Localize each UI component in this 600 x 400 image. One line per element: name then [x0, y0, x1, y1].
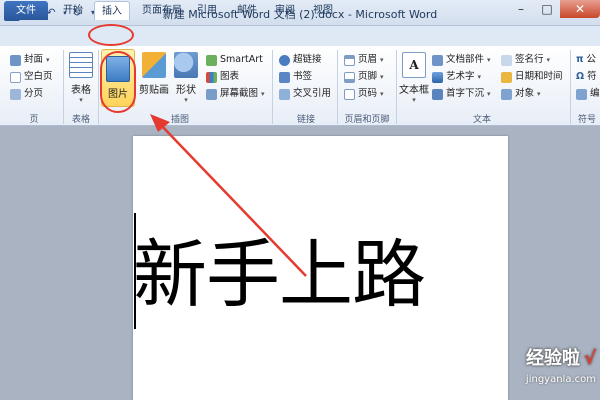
page-number-button[interactable]: 页码 ▾	[344, 86, 384, 102]
shapes-button[interactable]: 形状 ▾	[172, 52, 200, 104]
omega-icon: Ω	[576, 71, 585, 82]
chart-button[interactable]: 图表	[206, 69, 239, 85]
minimize-button[interactable]: –	[508, 0, 534, 18]
document-text[interactable]: 新手上路	[133, 215, 508, 322]
wordart-icon	[432, 71, 443, 83]
cross-reference-icon	[279, 88, 290, 100]
signature-line-icon	[501, 54, 512, 66]
tab-file[interactable]: 文件	[4, 1, 48, 20]
tab-insert[interactable]: 插入	[94, 1, 130, 20]
text-group-label: 文本	[472, 115, 491, 125]
smartart-icon	[206, 54, 217, 66]
symbol-button[interactable]: Ω符	[576, 69, 597, 85]
date-time-icon	[501, 71, 512, 83]
hyperlink-button[interactable]: 超链接	[279, 52, 322, 68]
tab-view[interactable]: 视图	[308, 1, 338, 20]
header-footer-group-label: 页眉和页脚	[344, 115, 390, 125]
checkmark-icon: √	[583, 348, 596, 369]
text-cursor	[134, 213, 136, 329]
object-icon	[501, 88, 512, 100]
page-break-icon	[10, 88, 21, 100]
chart-icon	[206, 71, 217, 83]
hyperlink-icon	[279, 54, 290, 66]
header-icon	[344, 54, 355, 66]
tab-home[interactable]: 开始	[56, 1, 90, 20]
tables-group-label: 表格	[71, 115, 90, 125]
textbox-button[interactable]: A 文本框 ▾	[398, 52, 430, 104]
group-separator	[98, 50, 99, 124]
signature-line-button[interactable]: 签名行 ▾	[501, 52, 550, 68]
clipart-icon	[142, 52, 166, 78]
number-icon	[576, 88, 587, 100]
links-group-label: 链接	[296, 115, 315, 125]
number-button[interactable]: 编	[576, 86, 600, 102]
screenshot-icon	[206, 88, 217, 100]
shapes-icon	[174, 52, 198, 78]
insert-tab-highlight-circle	[88, 24, 134, 46]
pi-icon: π	[576, 54, 584, 65]
bookmark-icon	[279, 71, 290, 83]
page-break-button[interactable]: 分页	[10, 86, 43, 102]
textbox-icon: A	[402, 52, 426, 78]
watermark: 经验啦 √ jingyanla.com	[466, 344, 596, 400]
screenshot-button[interactable]: 屏幕截图 ▾	[206, 86, 265, 102]
blank-page-button[interactable]: 空白页	[10, 69, 53, 85]
tab-review[interactable]: 审阅	[270, 1, 300, 20]
header-button[interactable]: 页眉 ▾	[344, 52, 384, 68]
quick-parts-button[interactable]: 文档部件 ▾	[432, 52, 491, 68]
object-button[interactable]: 对象 ▾	[501, 86, 541, 102]
watermark-title: 经验啦 √	[525, 348, 596, 369]
tab-mailings[interactable]: 邮件	[232, 1, 262, 20]
equation-button[interactable]: π公	[576, 52, 596, 68]
drop-cap-button[interactable]: 首字下沉 ▾	[432, 86, 491, 102]
blank-page-icon	[10, 71, 21, 83]
group-separator	[272, 50, 273, 124]
picture-button-highlight-oval	[100, 51, 136, 113]
cover-page-button[interactable]: 封面 ▾	[10, 52, 50, 68]
symbols-group-label: 符号	[578, 115, 597, 125]
tab-references[interactable]: 引用	[192, 1, 222, 20]
pages-group-label: 页	[29, 115, 39, 125]
bookmark-button[interactable]: 书签	[279, 69, 312, 85]
drop-cap-icon	[432, 88, 443, 100]
table-button[interactable]: 表格 ▾	[66, 52, 96, 104]
footer-icon	[344, 71, 355, 83]
cross-reference-button[interactable]: 交叉引用	[279, 86, 331, 102]
wordart-button[interactable]: 艺术字 ▾	[432, 69, 481, 85]
quick-parts-icon	[432, 54, 443, 66]
page-number-icon	[344, 88, 355, 100]
cover-page-icon	[10, 54, 21, 66]
date-time-button[interactable]: 日期和时间	[501, 69, 563, 85]
tab-page-layout[interactable]: 页面布局	[136, 1, 188, 20]
group-separator	[396, 50, 397, 124]
maximize-button[interactable]: □	[534, 0, 560, 18]
table-icon	[69, 52, 93, 78]
footer-button[interactable]: 页脚 ▾	[344, 69, 384, 85]
clipart-button[interactable]: 剪贴画	[138, 52, 170, 96]
watermark-url: jingyanla.com	[525, 374, 596, 385]
close-button[interactable]: ✕	[560, 0, 600, 18]
group-separator	[570, 50, 571, 124]
smartart-button[interactable]: SmartArt	[206, 52, 263, 68]
illustrations-group-label: 插图	[170, 115, 189, 125]
